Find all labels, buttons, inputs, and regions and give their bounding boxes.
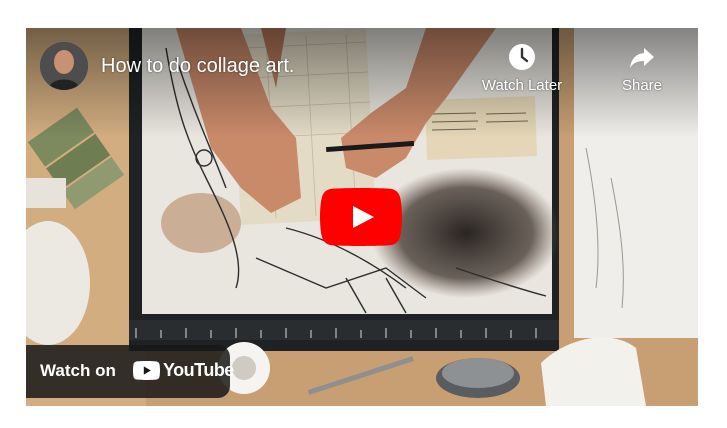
watch-later-label: Watch Later (481, 77, 563, 94)
video-title[interactable]: How to do collage art. (101, 53, 294, 79)
youtube-wordmark: YouTube (163, 360, 234, 380)
share-button[interactable]: Share (594, 42, 690, 102)
watch-later-button[interactable]: Watch Later (474, 42, 570, 102)
play-button[interactable] (320, 188, 402, 246)
share-arrow-icon (630, 48, 654, 68)
share-label: Share (621, 77, 663, 94)
youtube-logo-icon (133, 361, 160, 380)
watch-on-youtube-button[interactable]: Watch on YouTube (26, 345, 234, 398)
channel-avatar[interactable] (40, 42, 88, 90)
avatar-image (40, 42, 88, 90)
video-player[interactable]: How to do collage art. Watch Later Share… (26, 28, 698, 406)
clock-icon (509, 44, 535, 70)
watch-on-label: Watch on (40, 361, 116, 380)
